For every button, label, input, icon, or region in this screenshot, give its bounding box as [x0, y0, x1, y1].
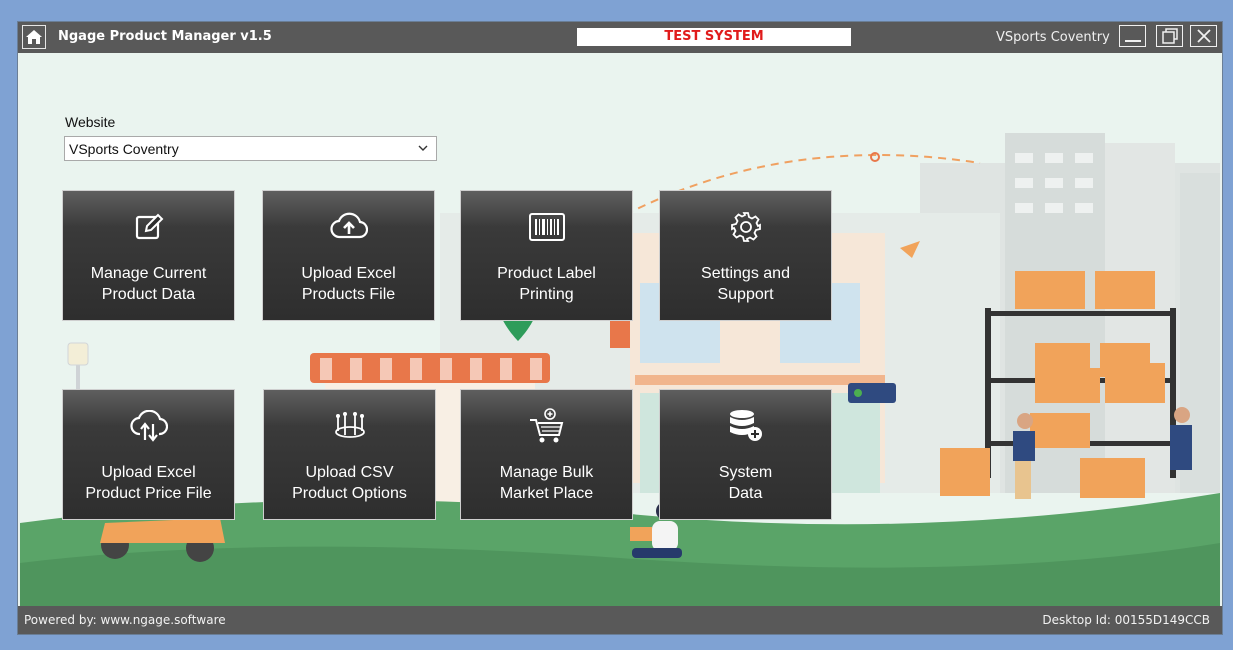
app-title: Ngage Product Manager v1.5 [58, 29, 272, 44]
options-icon [330, 406, 370, 446]
app-window: Ngage Product Manager v1.5 TEST SYSTEM V… [18, 22, 1222, 634]
barcode-icon [527, 207, 567, 247]
title-bar: Ngage Product Manager v1.5 TEST SYSTEM V… [18, 22, 1222, 53]
desktop-id: Desktop Id: 00155D149CCB [1042, 613, 1210, 627]
database-add-icon [726, 406, 766, 446]
tile-label-line-1: Product Label [497, 265, 596, 282]
home-icon [26, 30, 42, 44]
website-select[interactable]: VSports Coventry [64, 136, 437, 161]
tile-label-line-1: System [718, 464, 773, 481]
active-site-label: VSports Coventry [996, 30, 1110, 45]
tile-label-line-2: Data [728, 485, 763, 502]
tile-label-line-2: Products File [301, 286, 396, 303]
product-label-printing-tile[interactable]: Product Label Printing [461, 191, 632, 320]
manage-bulk-marketplace-tile[interactable]: Manage Bulk Market Place [461, 390, 632, 519]
manage-product-data-tile[interactable]: Manage Current Product Data [63, 191, 234, 320]
tile-label-line-1: Upload Excel [101, 464, 196, 481]
tile-label-line-2: Product Data [101, 286, 196, 303]
close-button[interactable] [1190, 25, 1217, 47]
status-bar: Powered by: www.ngage.software Desktop I… [18, 606, 1222, 634]
close-icon [1196, 29, 1211, 43]
maximize-button[interactable] [1156, 25, 1183, 47]
edit-icon [129, 207, 169, 247]
upload-csv-options-tile[interactable]: Upload CSV Product Options [264, 390, 435, 519]
tile-label-line-2: Product Options [292, 485, 407, 502]
test-system-banner: TEST SYSTEM [577, 28, 851, 46]
website-select-value: VSports Coventry [69, 141, 179, 157]
gear-icon [726, 207, 766, 247]
website-label: Website [65, 114, 116, 130]
upload-excel-price-tile[interactable]: Upload Excel Product Price File [63, 390, 234, 519]
powered-by-link[interactable]: Powered by: www.ngage.software [24, 613, 226, 627]
tile-label-line-1: Manage Bulk [499, 464, 594, 481]
restore-icon [1161, 28, 1178, 44]
settings-support-tile[interactable]: Settings and Support [660, 191, 831, 320]
minimize-icon [1124, 40, 1141, 42]
system-data-tile[interactable]: System Data [660, 390, 831, 519]
upload-excel-products-tile[interactable]: Upload Excel Products File [263, 191, 434, 320]
home-button[interactable] [22, 25, 46, 49]
tile-label-line-2: Market Place [499, 485, 594, 502]
cloud-upload-icon [329, 207, 369, 247]
background-illustration: Website VSports Coventry Manage Current … [20, 53, 1220, 606]
tile-label-line-2: Product Price File [85, 485, 212, 502]
chevron-down-icon [418, 145, 428, 151]
tile-label-line-1: Settings and [701, 265, 790, 282]
tile-label-line-1: Upload CSV [305, 464, 394, 481]
minimize-button[interactable] [1119, 25, 1146, 47]
tile-label-line-2: Printing [519, 286, 574, 303]
tile-label-line-2: Support [717, 286, 774, 303]
tile-label-line-1: Manage Current [90, 265, 207, 282]
cart-add-icon [527, 406, 567, 446]
cloud-sync-icon [129, 406, 169, 446]
tile-label-line-1: Upload Excel [301, 265, 396, 282]
